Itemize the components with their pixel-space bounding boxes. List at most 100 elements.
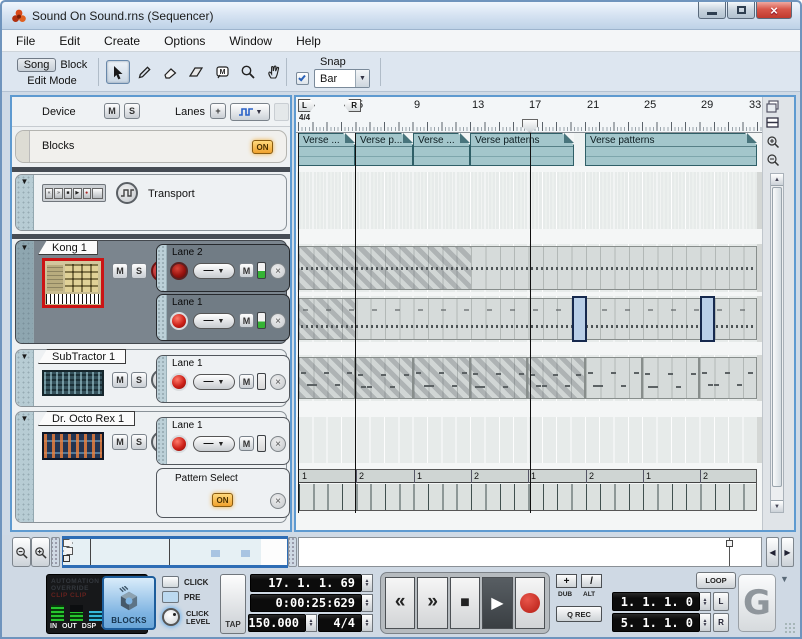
time-display[interactable]: 0:00:25:629 <box>250 594 362 612</box>
reason-logo-button[interactable]: G <box>738 574 776 632</box>
song-position-display[interactable]: 17. 1. 1. 69 <box>250 574 362 592</box>
fast-forward-button[interactable]: » <box>417 577 448 629</box>
subtractor-track-name-tab[interactable]: SubTractor 1 <box>38 349 127 364</box>
kong-device-thumbnail[interactable] <box>42 258 104 308</box>
left-locator-display[interactable]: 1. 1. 1. 0 <box>612 592 700 611</box>
lane-delete-button[interactable]: × <box>270 493 286 509</box>
song-mode-button[interactable]: Song <box>16 58 57 72</box>
subtractor-solo-button[interactable]: S <box>131 372 147 388</box>
selected-clip[interactable] <box>700 296 715 342</box>
subtractor-device-thumbnail[interactable] <box>42 370 104 396</box>
note-clip[interactable] <box>413 357 470 399</box>
overview-zoom-out-button[interactable] <box>12 537 31 567</box>
grid-toggle-button[interactable] <box>274 103 289 121</box>
selected-clip[interactable] <box>572 296 587 342</box>
pencil-tool-button[interactable] <box>132 60 156 84</box>
overview-song-area[interactable] <box>298 537 762 567</box>
lane-record-arm-button[interactable] <box>170 262 188 280</box>
lane-delete-button[interactable]: × <box>270 436 286 452</box>
lane-delete-button[interactable]: × <box>270 313 286 329</box>
left-locator-spinner[interactable]: ▲ ▼ <box>700 592 711 611</box>
subtractor-lane-row[interactable] <box>296 355 757 401</box>
tap-tempo-button[interactable]: TAP <box>220 574 246 634</box>
pattern-lane-row[interactable]: 1 2 1 2 1 2 1 2 <box>298 469 757 511</box>
master-mute-button[interactable]: M <box>104 103 120 119</box>
blocks-toggle-button[interactable]: BLOCKS <box>102 576 156 630</box>
signature-spinner[interactable]: ▲ ▼ <box>362 614 373 632</box>
menu-create[interactable]: Create <box>104 34 140 48</box>
note-clip[interactable] <box>298 246 757 290</box>
overview-left-handle[interactable] <box>51 537 60 567</box>
blocks-clip-row[interactable]: Verse ... Verse p... Verse ... Verse pat… <box>296 133 757 166</box>
magnify-tool-button[interactable] <box>236 60 260 84</box>
vertical-scrollbar[interactable]: ▲ ▼ <box>770 173 784 513</box>
note-clip[interactable] <box>298 298 757 340</box>
transport-track-strip[interactable]: ▼ <box>16 175 34 230</box>
pattern-on-button[interactable]: ON <box>212 493 233 507</box>
tempo-display[interactable]: 150.000 <box>248 614 306 632</box>
lane-mute-button[interactable]: M <box>239 263 254 278</box>
record-button[interactable] <box>514 577 546 629</box>
lane-record-arm-button[interactable] <box>170 312 188 330</box>
note-clip[interactable] <box>355 357 413 399</box>
kong-solo-button[interactable]: S <box>131 263 147 279</box>
eraser-tool-button[interactable] <box>158 60 182 84</box>
tempo-spinner[interactable]: ▲ ▼ <box>306 614 317 632</box>
alt-button[interactable]: / <box>581 574 602 588</box>
spin-down-icon[interactable]: ▼ <box>365 623 370 628</box>
stop-button[interactable]: ■ <box>449 577 481 629</box>
left-locator-flag[interactable]: L <box>298 99 315 112</box>
spin-down-icon[interactable]: ▼ <box>365 603 370 608</box>
play-button[interactable]: ▶ <box>482 577 513 629</box>
position-spinner[interactable]: ▲ ▼ <box>362 574 373 592</box>
maximize-button[interactable] <box>727 2 755 19</box>
minimize-button[interactable] <box>698 2 726 19</box>
collapse-icon[interactable]: ▼ <box>16 350 33 364</box>
click-checkbox[interactable] <box>162 576 179 588</box>
note-clip[interactable] <box>585 357 642 399</box>
rex-mute-button[interactable]: M <box>112 434 128 450</box>
click-level-knob[interactable] <box>162 608 180 626</box>
dub-button[interactable]: + <box>556 574 577 588</box>
add-lane-button[interactable]: + <box>210 103 226 119</box>
overview-zoom-in-button[interactable] <box>31 537 50 567</box>
hand-tool-button[interactable] <box>262 60 286 84</box>
lane-take-dropdown[interactable]: — ▼ <box>193 374 235 390</box>
snap-value-dropdown[interactable]: Bar ▼ <box>314 69 370 88</box>
lane-mute-button[interactable]: M <box>239 313 254 328</box>
spin-down-icon[interactable]: ▼ <box>703 601 708 606</box>
rex-lane-1[interactable]: Lane 1 — ▼ M × <box>156 417 290 465</box>
right-locator-spinner[interactable]: ▲ ▼ <box>700 613 711 632</box>
track-kong[interactable]: ▼ Kong 1 M S Lane 2 — ▼ M × Lane 1 — ▼ M… <box>15 240 290 344</box>
arrangement-rows[interactable]: Verse ... Verse p... Verse ... Verse pat… <box>296 133 764 530</box>
lane-mute-button[interactable]: M <box>239 436 254 451</box>
rex-solo-button[interactable]: S <box>131 434 147 450</box>
block-mode-button[interactable]: Block <box>60 59 87 71</box>
lane-mute-button[interactable]: M <box>239 374 254 389</box>
track-dr-octo-rex[interactable]: ▼ Dr. Octo Rex 1 M S Lane 1 — ▼ M × Patte… <box>15 411 290 523</box>
block-clip[interactable]: Verse ... <box>413 133 470 166</box>
kong-track-name-tab[interactable]: Kong 1 <box>38 240 98 255</box>
lane-take-dropdown[interactable]: — ▼ <box>193 263 235 279</box>
scrollbar-thumb[interactable] <box>772 187 782 487</box>
goto-right-locator-button[interactable]: R <box>713 613 729 632</box>
menu-window[interactable]: Window <box>229 34 272 48</box>
note-clip[interactable] <box>470 357 527 399</box>
rex-track-name-tab[interactable]: Dr. Octo Rex 1 <box>38 411 136 426</box>
timeline-ruler[interactable]: 5 9 13 17 21 25 29 33 L 4/4 R <box>296 97 762 133</box>
kong-lane2-row[interactable] <box>296 244 757 292</box>
note-clip[interactable] <box>527 357 585 399</box>
block-clip[interactable]: Verse p... <box>355 133 413 166</box>
block-clip[interactable]: Verse ... <box>298 133 355 166</box>
rex-track-strip[interactable]: ▼ <box>16 412 34 522</box>
kong-lane-1[interactable]: Lane 1 — ▼ M × <box>156 294 290 341</box>
lane-record-arm-button[interactable] <box>170 435 188 453</box>
subtractor-track-strip[interactable]: ▼ <box>16 350 34 406</box>
menu-help[interactable]: Help <box>296 34 321 48</box>
snap-checkbox[interactable] <box>296 72 309 85</box>
loop-button[interactable]: LOOP <box>696 572 736 589</box>
razor-tool-button[interactable] <box>184 60 208 84</box>
detach-window-icon[interactable] <box>766 100 781 115</box>
collapse-tracks-icon[interactable] <box>766 117 781 132</box>
quantize-record-button[interactable]: Q REC <box>556 606 602 622</box>
